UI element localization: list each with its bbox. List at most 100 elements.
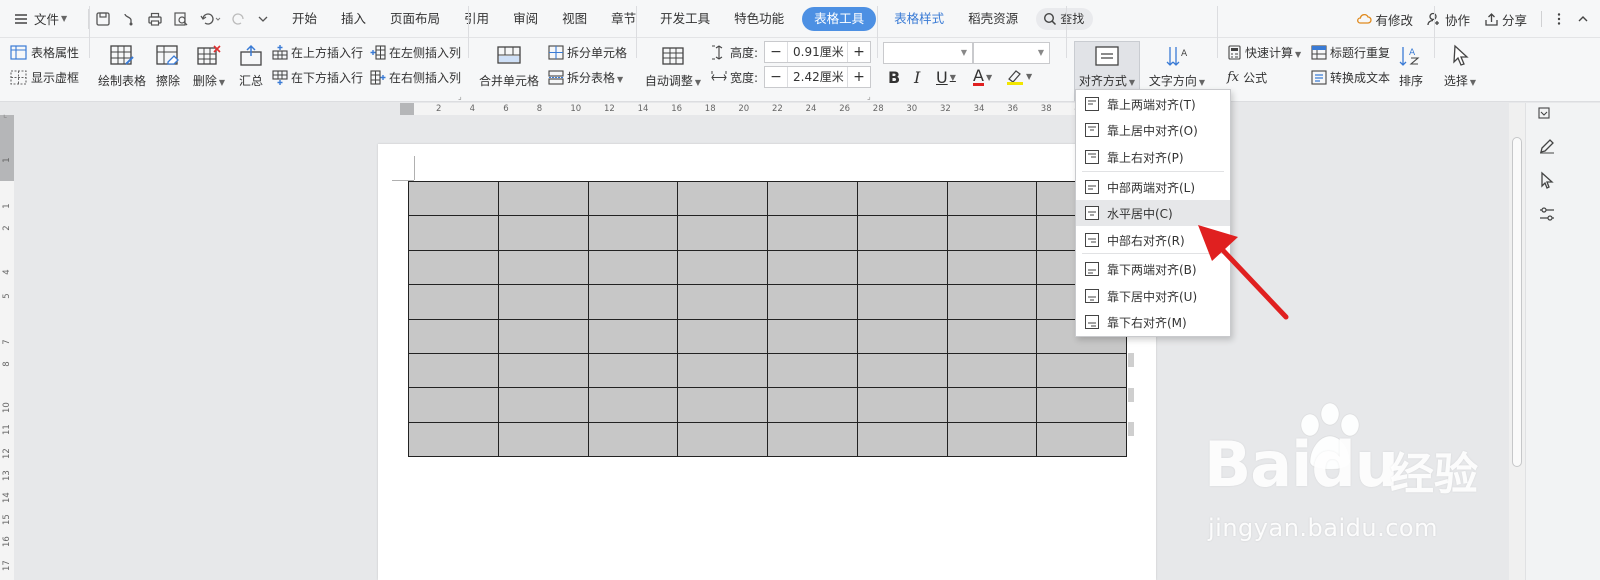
summary-button[interactable]: 汇总 <box>236 44 266 89</box>
insert-row-below-button[interactable]: 在下方插入行 <box>272 69 363 86</box>
table-cell[interactable] <box>408 352 499 389</box>
italic-button[interactable]: I <box>914 68 920 87</box>
column-width-value[interactable]: 2.42厘米 <box>787 67 848 87</box>
collapse-ribbon-icon[interactable] <box>1576 12 1590 26</box>
sort-button[interactable]: A 排序 <box>1394 44 1428 89</box>
panel-toggle-icon[interactable] <box>1538 107 1550 119</box>
table-cell[interactable] <box>497 284 589 320</box>
horizontal-ruler[interactable]: 24681012141618202224262830323436384042 <box>400 103 1160 115</box>
text-direction-button[interactable]: A 文字方向 ▼ <box>1146 44 1208 89</box>
cursor-select-icon[interactable] <box>1538 171 1556 189</box>
dialog-launcher-icon[interactable]: ⌟ <box>867 92 871 101</box>
table-cell[interactable] <box>946 352 1038 389</box>
table-cell[interactable] <box>856 421 948 458</box>
pen-edit-icon[interactable] <box>1538 137 1556 155</box>
table-cell[interactable] <box>856 318 948 354</box>
table-cell[interactable] <box>408 421 499 458</box>
table-cell[interactable] <box>677 421 768 458</box>
table-cell[interactable] <box>1036 421 1127 458</box>
table-cell[interactable] <box>767 284 858 320</box>
font-color-button[interactable]: A ▼ <box>973 68 992 86</box>
tab-insert[interactable]: 插入 <box>329 7 378 31</box>
file-menu[interactable]: 文件 ▼ <box>0 9 88 28</box>
table-cell[interactable] <box>497 318 589 354</box>
table-cell[interactable] <box>856 215 948 251</box>
table-cell[interactable] <box>677 352 768 389</box>
show-gridlines-button[interactable]: 显示虚框 <box>10 69 79 86</box>
table-cell[interactable] <box>408 284 499 320</box>
underline-button[interactable]: U ▼ <box>936 68 956 87</box>
draw-table-button[interactable]: 绘制表格 <box>96 44 148 89</box>
table-cell[interactable] <box>677 284 768 320</box>
share-button[interactable]: 分享 <box>1484 10 1527 29</box>
table-cell[interactable] <box>408 387 499 423</box>
document-table[interactable] <box>408 180 1127 458</box>
tab-docer-resources[interactable]: 稻壳资源 <box>956 7 1030 31</box>
table-cell[interactable] <box>408 249 499 286</box>
row-height-value[interactable]: 0.91厘米 <box>787 42 848 62</box>
tab-page-layout[interactable]: 页面布局 <box>378 7 452 31</box>
table-cell[interactable] <box>587 318 679 354</box>
table-cell[interactable] <box>408 180 499 217</box>
formula-button[interactable]: fx 公式 <box>1227 69 1267 86</box>
table-cell[interactable] <box>497 249 589 286</box>
table-cell[interactable] <box>946 249 1038 286</box>
tab-references[interactable]: 引用 <box>452 7 501 31</box>
table-cell[interactable] <box>767 352 858 389</box>
table-cell[interactable] <box>856 387 948 423</box>
table-cell[interactable] <box>856 284 948 320</box>
split-cells-button[interactable]: 拆分单元格 <box>548 44 627 61</box>
bold-button[interactable]: B <box>888 68 900 87</box>
print-icon[interactable] <box>147 11 163 27</box>
table-cell[interactable] <box>587 180 679 217</box>
table-properties-button[interactable]: 表格属性 <box>10 44 79 61</box>
tab-chapter[interactable]: 章节 <box>599 7 648 31</box>
split-table-button[interactable]: 拆分表格 ▼ <box>548 69 623 86</box>
table-cell[interactable] <box>587 249 679 286</box>
table-cell[interactable] <box>946 421 1038 458</box>
table-cell[interactable] <box>677 215 768 251</box>
table-cell[interactable] <box>497 421 589 458</box>
align-menu-item[interactable]: 靠上居中对齐(O) <box>1076 117 1230 143</box>
save-icon[interactable] <box>95 11 111 27</box>
table-cell[interactable] <box>587 421 679 458</box>
table-cell[interactable] <box>767 421 858 458</box>
increase-height-button[interactable]: + <box>848 42 870 62</box>
scrollbar-thumb[interactable] <box>1512 137 1522 467</box>
table-cell[interactable] <box>946 215 1038 251</box>
tab-stop-selector[interactable]: ⌞ <box>3 110 7 120</box>
highlight-button[interactable]: ▼ <box>1006 68 1032 85</box>
font-name-select[interactable]: ▼ <box>883 42 973 64</box>
row-resize-handle[interactable] <box>1128 353 1134 367</box>
print-preview-icon[interactable] <box>173 11 189 27</box>
tab-features[interactable]: 特色功能 <box>722 7 796 31</box>
table-cell[interactable] <box>767 249 858 286</box>
repeat-header-button[interactable]: 标题行重复 <box>1311 44 1390 61</box>
tab-review[interactable]: 审阅 <box>501 7 550 31</box>
erase-button[interactable]: 擦除 <box>153 44 183 89</box>
table-cell[interactable] <box>408 318 499 354</box>
vertical-scrollbar[interactable] <box>1509 103 1525 580</box>
tab-developer[interactable]: 开发工具 <box>648 7 722 31</box>
tab-view[interactable]: 视图 <box>550 7 599 31</box>
insert-row-above-button[interactable]: 在上方插入行 <box>272 44 363 61</box>
convert-to-text-button[interactable]: 转换成文本 <box>1311 69 1390 86</box>
merge-cells-button[interactable]: 合并单元格 <box>478 44 540 89</box>
align-menu-item[interactable]: 靠上两端对齐(T) <box>1076 91 1230 117</box>
row-height-stepper[interactable]: − 0.91厘米 + <box>764 41 871 63</box>
table-cell[interactable] <box>677 249 768 286</box>
vertical-ruler[interactable]: 1 1 2 4 5 7 8 10 11 12 13 14 15 16 17 <box>0 115 14 580</box>
more-options-icon[interactable] <box>1556 12 1562 26</box>
row-resize-handle[interactable] <box>1128 388 1134 402</box>
table-cell[interactable] <box>1036 352 1127 389</box>
table-cell[interactable] <box>587 387 679 423</box>
quick-calc-button[interactable]: 快速计算 ▼ <box>1227 44 1301 61</box>
table-cell[interactable] <box>497 352 589 389</box>
table-cell[interactable] <box>677 318 768 354</box>
table-cell[interactable] <box>946 180 1038 217</box>
align-menu-item[interactable]: 靠上右对齐(P) <box>1076 144 1230 170</box>
settings-sliders-icon[interactable] <box>1538 205 1556 223</box>
table-cell[interactable] <box>767 180 858 217</box>
table-cell[interactable] <box>677 387 768 423</box>
table-cell[interactable] <box>497 180 589 217</box>
